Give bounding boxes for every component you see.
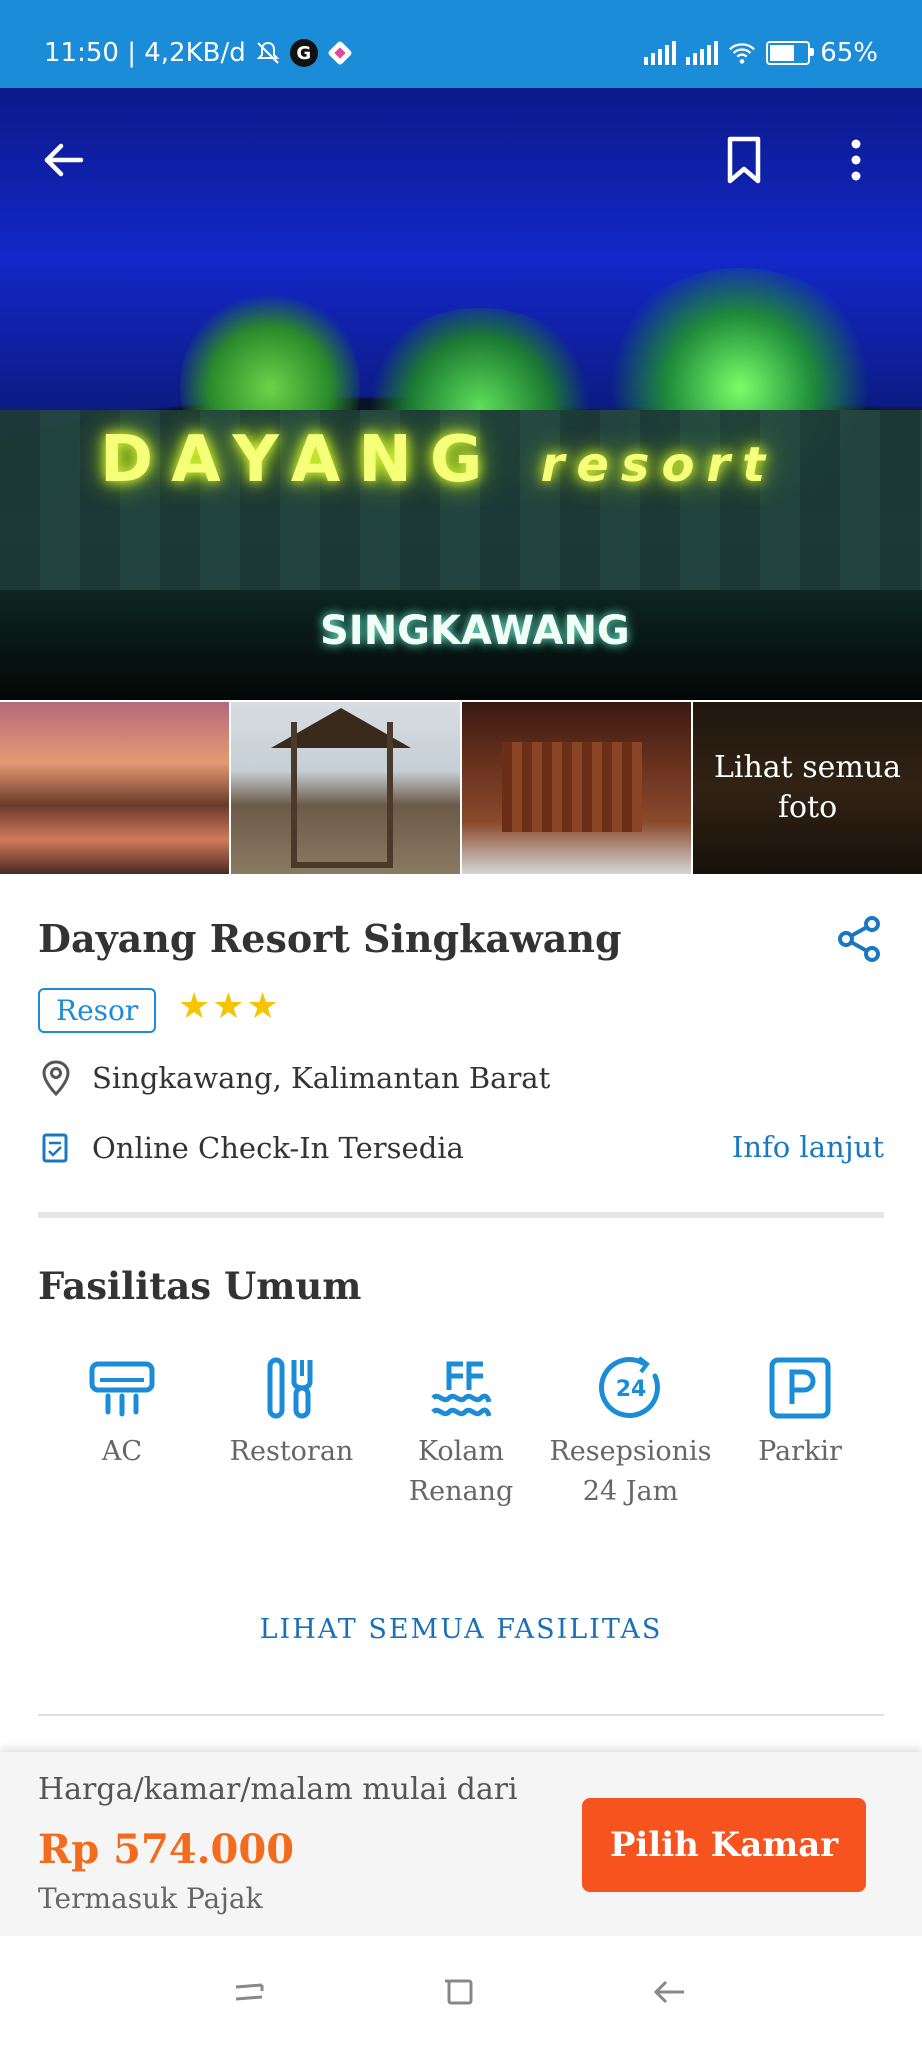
battery-percent: 65%: [820, 38, 878, 68]
mute-icon: [254, 39, 282, 67]
facility-restaurant[interactable]: Restoran: [208, 1352, 376, 1512]
back-nav-icon: [653, 1980, 684, 2004]
price-label: Harga/kamar/malam mulai dari: [38, 1772, 518, 1807]
hero-sign-dayang: DAYANG: [100, 423, 501, 497]
back-arrow-icon: [44, 143, 84, 177]
share-icon: [838, 916, 880, 962]
more-options-button[interactable]: [824, 128, 888, 192]
status-bar: 11:50 | 4,2KB/d G 65%: [0, 0, 922, 88]
facility-reception-24h[interactable]: 24 Resepsionis 24 Jam: [547, 1352, 715, 1512]
google-icon: G: [289, 39, 318, 67]
battery-level: [770, 45, 794, 61]
hero-sign-resort: resort: [540, 437, 778, 493]
signal-1-icon: [644, 41, 677, 65]
bookmark-button[interactable]: [712, 128, 776, 192]
section-divider: [38, 1212, 884, 1218]
location-text: Singkawang, Kalimantan Barat: [92, 1061, 551, 1095]
pool-icon: [425, 1352, 497, 1424]
checkin-text: Online Check-In Tersedia: [92, 1131, 464, 1165]
battery-icon: [766, 41, 815, 65]
status-right: 65%: [644, 38, 878, 68]
status-time: 11:50 | 4,2KB/d: [44, 38, 246, 68]
star-rating: ★★★: [178, 986, 281, 1027]
restaurant-icon: [256, 1352, 328, 1424]
facility-label: Parkir: [758, 1436, 842, 1467]
back-button[interactable]: [32, 128, 96, 192]
facilities-title: Fasilitas Umum: [38, 1264, 362, 1308]
bookmark-icon: [727, 136, 761, 184]
playground-tower: [291, 722, 393, 868]
online-checkin-icon: [38, 1130, 74, 1166]
see-all-facilities-button[interactable]: LIHAT SEMUA FASILITAS: [0, 1614, 922, 1645]
thumbnail-see-all[interactable]: Lihat semua foto: [693, 702, 922, 874]
home-button[interactable]: [438, 1970, 482, 2014]
hotel-name: Dayang Resort Singkawang: [38, 916, 622, 961]
facility-label: Resepsionis 24 Jam: [549, 1436, 712, 1507]
back-nav-button[interactable]: [648, 1970, 692, 2014]
system-nav-bar: [0, 1936, 922, 2048]
facility-label: Restoran: [229, 1436, 354, 1467]
share-button[interactable]: [834, 914, 884, 964]
more-vertical-icon: [851, 139, 861, 181]
property-type-badge: Resor: [38, 988, 157, 1033]
price-bar: Harga/kamar/malam mulai dari Rp 574.000 …: [0, 1752, 922, 1936]
parking-icon: [764, 1352, 836, 1424]
app-notification-icon: [326, 39, 354, 67]
price-value: Rp 574.000: [38, 1826, 295, 1873]
info-link[interactable]: Info lanjut: [732, 1130, 884, 1164]
checkin-row: Online Check-In Tersedia: [38, 1130, 464, 1166]
hero-sign-sub: SINGKAWANG: [320, 608, 630, 654]
facilities-list: AC Restoran Kolam Renang 24 Resepsionis …: [38, 1352, 884, 1512]
recent-apps-icon: [235, 1983, 264, 2001]
svg-text:24: 24: [615, 1377, 646, 1402]
thumbnail-lobby[interactable]: [462, 702, 691, 874]
wifi-icon: [728, 39, 756, 67]
signal-2-icon: [686, 41, 719, 65]
thumbnail-sunset-lake[interactable]: [0, 702, 229, 874]
location-pin-icon: [38, 1060, 74, 1096]
status-left: 11:50 | 4,2KB/d G: [44, 38, 354, 68]
choose-room-button[interactable]: Pilih Kamar: [582, 1798, 866, 1892]
content-divider: [38, 1714, 884, 1716]
facility-label: AC: [101, 1436, 143, 1467]
home-square-icon: [445, 1979, 473, 2005]
facility-pool[interactable]: Kolam Renang: [377, 1352, 545, 1512]
facility-parking[interactable]: Parkir: [716, 1352, 884, 1512]
hero-sign-main: DAYANG resort: [100, 423, 860, 497]
thumbnail-playground[interactable]: [231, 702, 460, 874]
facility-ac[interactable]: AC: [38, 1352, 206, 1512]
24h-reception-icon: 24: [595, 1352, 667, 1424]
photo-thumbnails: Lihat semua foto: [0, 702, 922, 874]
facility-label: Kolam Renang: [408, 1436, 514, 1507]
tax-note: Termasuk Pajak: [38, 1882, 263, 1915]
hero-photo[interactable]: DAYANG resort SINGKAWANG: [0, 88, 922, 700]
recent-apps-button[interactable]: [228, 1970, 272, 2014]
ac-icon: [86, 1352, 158, 1424]
lobby-panel: [502, 742, 642, 832]
see-all-photos-label[interactable]: Lihat semua foto: [693, 702, 922, 874]
location-row: Singkawang, Kalimantan Barat: [38, 1060, 550, 1096]
